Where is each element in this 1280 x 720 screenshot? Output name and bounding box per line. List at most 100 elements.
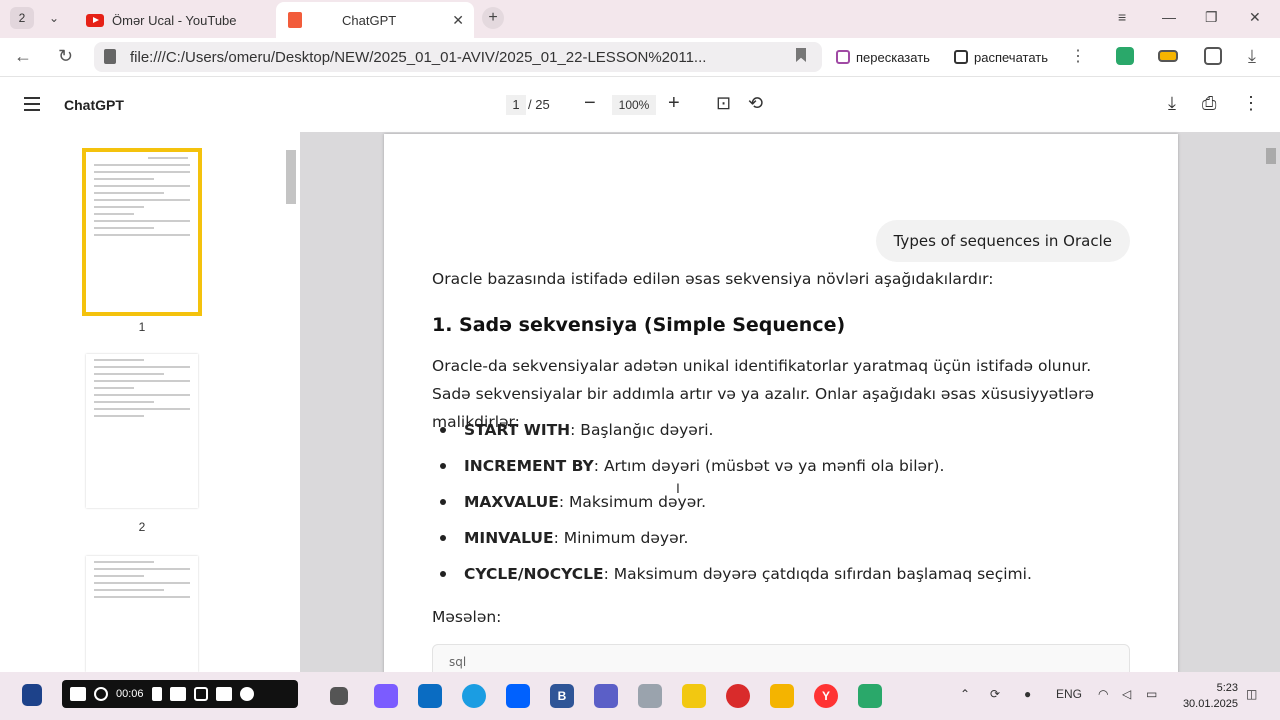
url-field[interactable]: file:///C:/Users/omeru/Desktop/NEW/2025_… <box>94 42 822 72</box>
retell-icon <box>836 50 850 64</box>
powerbi-icon[interactable] <box>682 684 706 708</box>
screen-recorder-bar: 00:06 <box>62 680 298 708</box>
url-text: file:///C:/Users/omeru/Desktop/NEW/2025_… <box>130 49 707 66</box>
list-item: INCREMENT BY: Artım dəyəri (müsbət və ya… <box>432 448 1132 484</box>
thumbnail-label: 2 <box>138 520 146 534</box>
camera-icon[interactable] <box>70 687 86 701</box>
feature-list: START WITH: Başlanğıc dəyəri. INCREMENT … <box>432 412 1132 592</box>
youtube-icon <box>86 13 104 27</box>
record-icon[interactable] <box>94 687 108 701</box>
dropbox-icon[interactable] <box>506 684 530 708</box>
menu-icon[interactable]: ≡ <box>1118 9 1126 25</box>
pdf-toolbar: ChatGPT 1 / 25 − 100% + ⊡ ⟲ ⤓ ⎙ ⋮ <box>0 76 1280 132</box>
retell-button[interactable]: пересказать <box>836 46 930 68</box>
clock-time: 5:23 <box>1216 682 1238 694</box>
minimize-icon[interactable]: — <box>1162 9 1176 25</box>
window-icon[interactable] <box>215 687 232 701</box>
list-item: START WITH: Başlanğıc dəyəri. <box>432 412 1132 448</box>
close-icon[interactable]: ✕ <box>452 12 464 29</box>
print-icon[interactable]: ⎙ <box>1202 91 1216 115</box>
download-pdf-icon[interactable]: ⤓ <box>1168 91 1176 115</box>
pdf-icon <box>288 12 302 28</box>
thumbnail-page-1[interactable] <box>82 148 202 316</box>
file-icon <box>104 49 116 64</box>
battery-saver-icon[interactable] <box>1158 50 1178 62</box>
print-page-button[interactable]: распечатать <box>954 46 1048 68</box>
speaker-icon[interactable] <box>169 687 186 701</box>
settings-icon[interactable] <box>239 687 254 701</box>
tab-count-button[interactable]: 2 <box>10 7 34 29</box>
close-window-icon[interactable]: ✕ <box>1249 9 1261 26</box>
user-query-bubble: Types of sequences in Oracle <box>875 220 1130 262</box>
wifi-icon[interactable]: ◠ <box>1098 687 1108 701</box>
example-label: Məsələn: <box>432 608 502 626</box>
address-bar: ← ↻ file:///C:/Users/omeru/Desktop/NEW/2… <box>0 38 1280 76</box>
page-total: / 25 <box>528 97 550 112</box>
download-icon[interactable]: ⤓ <box>1248 46 1256 67</box>
system-clock[interactable]: 5:23 30.01.2025 <box>1178 680 1238 712</box>
chevron-down-icon[interactable]: ⌄ <box>44 8 64 28</box>
tab-title: Ömər Ucal - YouTube <box>112 12 237 28</box>
reload-icon[interactable]: ↻ <box>58 46 73 67</box>
restore-icon[interactable]: ❐ <box>1205 9 1218 26</box>
new-tab-button[interactable]: + <box>482 7 504 29</box>
microphone-tray-icon[interactable]: ● <box>1024 687 1031 701</box>
tab-youtube[interactable]: Ömər Ucal - YouTube <box>80 4 270 36</box>
app-icon[interactable] <box>638 684 662 708</box>
sidebar-toggle-icon[interactable] <box>24 97 40 111</box>
list-item: CYCLE/NOCYCLE: Maksimum dəyərə çatdıqda … <box>432 556 1132 592</box>
store-icon[interactable] <box>418 684 442 708</box>
volume-icon[interactable]: ◁ <box>1122 687 1131 701</box>
thumbnail-panel: 1 2 <box>0 132 300 672</box>
list-item: MINVALUE: Minimum dəyər. <box>432 520 1132 556</box>
page-number-input[interactable]: 1 <box>506 95 526 115</box>
sync-icon[interactable]: ⟳ <box>990 687 1000 701</box>
pdf-page: Types of sequences in Oracle Oracle baza… <box>384 134 1178 684</box>
section-heading: 1. Sadə sekvensiya (Simple Sequence) <box>432 314 846 336</box>
scrollbar-thumb[interactable] <box>286 150 296 204</box>
bookmark-icon[interactable] <box>796 48 806 62</box>
nba-icon[interactable] <box>22 684 42 706</box>
thumbnail-scrollbar[interactable] <box>284 146 298 666</box>
taskview-icon[interactable] <box>330 687 348 705</box>
extension-icon[interactable] <box>1116 47 1134 65</box>
thumbnail-page-2[interactable] <box>86 354 198 508</box>
chevron-up-icon[interactable]: ⌃ <box>960 687 970 701</box>
rotate-icon[interactable]: ⟲ <box>748 91 763 115</box>
battery-icon[interactable]: ▭ <box>1146 687 1157 701</box>
back-icon[interactable]: ← <box>14 46 32 67</box>
scrollbar-thumb[interactable] <box>1266 148 1276 164</box>
tab-chatgpt[interactable]: ChatGPT ✕ <box>276 2 474 38</box>
fit-page-icon[interactable]: ⊡ <box>716 91 731 115</box>
list-item: MAXVALUE: Maksimum dəyər. <box>432 484 1132 520</box>
zoom-out-icon[interactable]: − <box>584 91 596 115</box>
edge-icon[interactable] <box>462 684 486 708</box>
tab-title: ChatGPT <box>342 12 397 28</box>
more-icon[interactable]: ⋮ <box>1070 46 1086 66</box>
page-scrollbar[interactable] <box>1264 140 1278 672</box>
thumbnail-page-3[interactable] <box>86 556 198 672</box>
microphone-icon[interactable] <box>151 687 162 701</box>
code-language-label: sql <box>449 655 467 669</box>
zoom-in-icon[interactable]: + <box>668 91 680 115</box>
copilot-icon[interactable] <box>374 684 398 708</box>
intro-text: Oracle bazasında istifadə edilən əsas se… <box>432 270 994 288</box>
taskbar: 00:06 B Y ⌃ ⟳ ● ENG ◠ ◁ ▭ 5:23 30.01.202… <box>0 672 1280 720</box>
recording-time: 00:06 <box>116 688 144 700</box>
text-cursor-icon: I <box>676 480 680 496</box>
recorder-app-icon[interactable] <box>726 684 750 708</box>
more-options-icon[interactable]: ⋮ <box>1242 91 1260 115</box>
pdf-viewer: 1 2 Types of sequences in Oracle Oracle … <box>0 132 1280 684</box>
b-app-icon[interactable]: B <box>550 684 574 708</box>
file-explorer-icon[interactable] <box>770 684 794 708</box>
collections-icon[interactable] <box>1204 47 1222 65</box>
document-title: ChatGPT <box>64 97 124 113</box>
printer-icon <box>954 50 968 64</box>
media-app-icon[interactable] <box>858 684 882 708</box>
notification-icon[interactable]: ◫ <box>1246 687 1257 701</box>
language-indicator[interactable]: ENG <box>1056 687 1082 701</box>
yandex-icon[interactable]: Y <box>814 684 838 708</box>
zoom-level-input[interactable]: 100% <box>612 95 656 115</box>
teams-icon[interactable] <box>594 684 618 708</box>
webcam-icon[interactable] <box>193 687 208 701</box>
